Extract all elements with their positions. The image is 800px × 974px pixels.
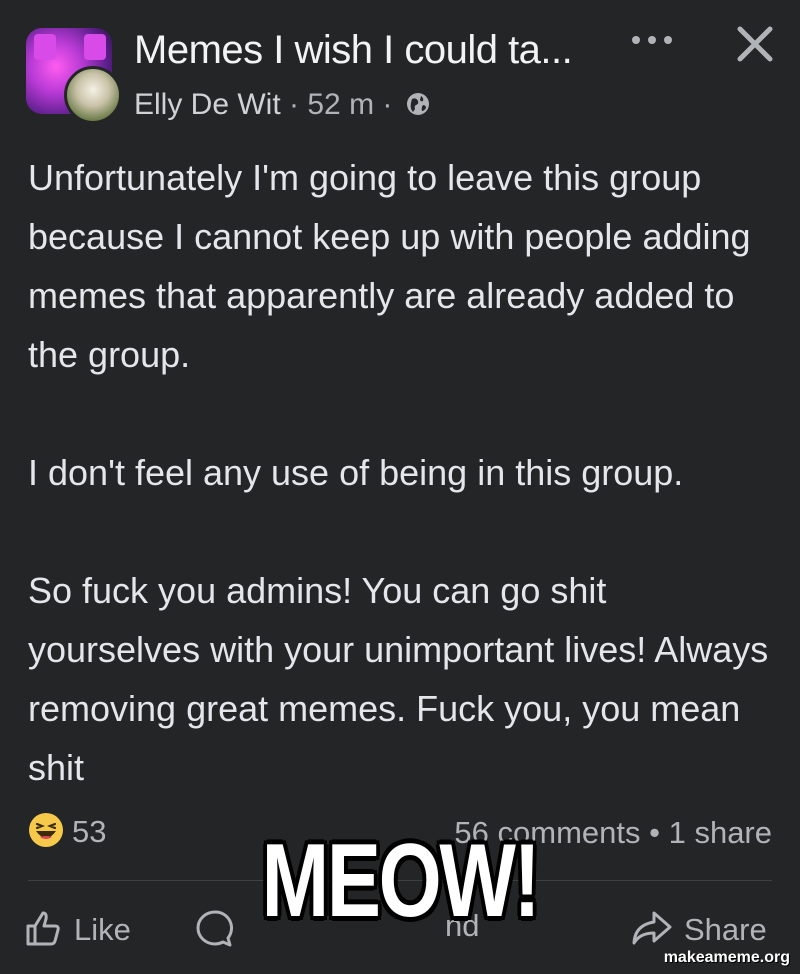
- post-header: Memes I wish I could ta... Elly De Wit ·…: [0, 0, 800, 140]
- post-paragraph: So fuck you admins! You can go shit your…: [28, 570, 769, 788]
- group-title[interactable]: Memes I wish I could ta...: [134, 28, 573, 73]
- user-avatar[interactable]: [64, 66, 122, 124]
- post-meta: Elly De Wit · 52 m ·: [134, 88, 431, 125]
- watermark: makeameme.org: [663, 949, 790, 966]
- close-icon[interactable]: [735, 24, 775, 69]
- globe-icon: [405, 91, 431, 125]
- thumbs-up-icon: [26, 911, 60, 946]
- post-time[interactable]: 52 m: [307, 88, 374, 121]
- post-paragraph: I don't feel any use of being in this gr…: [28, 452, 684, 493]
- haha-emoji-icon: [28, 812, 64, 856]
- meta-separator: ·: [374, 88, 401, 121]
- meme-caption: MEOW!: [261, 823, 541, 939]
- author-name[interactable]: Elly De Wit: [134, 88, 281, 121]
- meta-separator: ·: [280, 88, 308, 121]
- post-paragraph: Unfortunately I'm going to leave this gr…: [28, 157, 751, 375]
- more-horizontal-icon[interactable]: [630, 30, 674, 55]
- post-body: Unfortunately I'm going to leave this gr…: [28, 148, 778, 797]
